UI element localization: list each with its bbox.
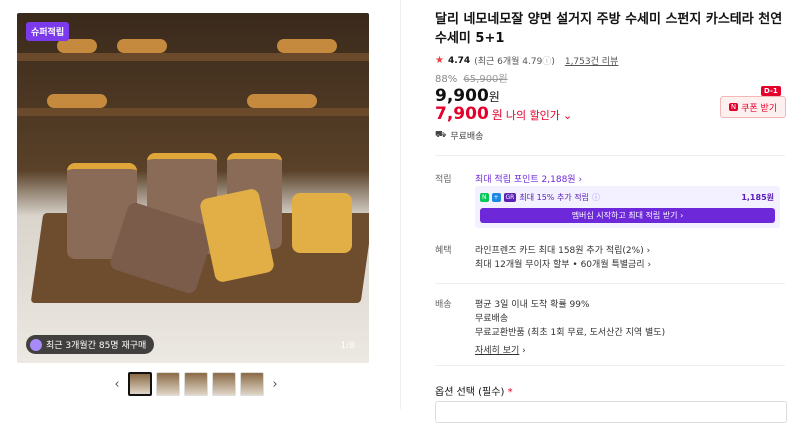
free-shipping-row: ⛟ 무료배송 <box>435 129 483 142</box>
delivery-label: 배송 <box>435 300 452 310</box>
my-discount-label: 나의 할인가 <box>505 109 560 122</box>
info-icon[interactable]: ⓘ <box>592 192 600 203</box>
coupon-button[interactable]: N 쿠폰 받기 <box>720 96 786 118</box>
restock-text: 최근 3개월간 85명 재구매 <box>46 341 147 351</box>
discount-percent: 88% <box>435 74 458 85</box>
thumbnail[interactable] <box>212 372 236 396</box>
naver-chip-icon: N <box>480 193 489 202</box>
sale-price-unit: 원 <box>491 108 503 122</box>
price: 9,900원 <box>435 86 500 106</box>
restock-badge: 최근 3개월간 85명 재구매 <box>26 335 155 354</box>
thumbnail[interactable] <box>128 372 152 396</box>
perk-card-link[interactable]: 라인프렌즈 카드 최대 158원 추가 적립(2%) › <box>475 243 650 256</box>
price-unit: 원 <box>488 90 500 104</box>
section-divider <box>435 155 785 156</box>
sale-price-value: 7,900 <box>435 104 489 124</box>
option-select-label: 옵션 선택 (필수) * <box>435 387 513 398</box>
delivery-eta: 평균 3일 이내 도착 확률 99% <box>475 300 590 310</box>
thumbnail[interactable] <box>156 372 180 396</box>
bread-decoration <box>277 39 337 53</box>
truck-icon: ⛟ <box>435 130 447 140</box>
delivery-more-link[interactable]: 자세히 보기 › <box>475 343 526 356</box>
membership-amount: 1,185원 <box>741 193 774 202</box>
bread-decoration <box>247 94 317 108</box>
plus-chip-icon: + <box>491 193 501 202</box>
review-count-link[interactable]: 1,753건 리뷰 <box>565 54 618 67</box>
star-icon: ★ <box>435 55 444 66</box>
dday-badge: D-1 <box>761 86 781 96</box>
sponge <box>292 193 352 253</box>
chevron-left-icon[interactable]: ‹ <box>110 377 124 392</box>
product-gallery[interactable]: 슈퍼적립 최근 3개월간 85명 재구매 1/8 <box>17 13 369 363</box>
perks-label: 혜택 <box>435 246 452 256</box>
product-title: 달리 네모네모잘 양면 설거지 주방 수세미 스펀지 카스테라 천연 수세미 5… <box>435 12 783 46</box>
rating-score: 4.74 <box>447 55 471 66</box>
delivery-free: 무료배송 <box>475 314 509 324</box>
chevron-right-icon[interactable]: › <box>268 377 282 392</box>
bread-decoration <box>47 94 107 108</box>
delivery-return: 무료교환반품 (최초 1회 무료, 도서산간 지역 별도) <box>475 328 666 338</box>
section-divider <box>435 365 785 366</box>
discount-row: 88% 65,900원 <box>435 70 508 85</box>
price-value: 9,900 <box>435 86 489 106</box>
option-select[interactable] <box>435 401 787 423</box>
points-link[interactable]: 최대 적립 포인트 2,188원 › <box>475 172 582 185</box>
rating-row: ★ 4.74 (최근 6개월 4.79ⓘ) 1,753건 리뷰 <box>435 54 785 67</box>
super-points-badge: 슈퍼적립 <box>26 22 70 41</box>
column-divider <box>400 0 401 409</box>
points-label: 적립 <box>435 175 452 185</box>
section-divider <box>435 283 785 284</box>
thumbnail[interactable] <box>240 372 264 396</box>
membership-cta-button[interactable]: 멤버십 시작하고 최대 적립 받기 › <box>480 208 775 223</box>
bread-decoration <box>117 39 167 53</box>
coupon-n-icon: N <box>728 103 739 111</box>
image-pager: 1/8 <box>340 341 355 351</box>
chevron-down-icon: ⌄ <box>562 109 573 122</box>
membership-row: N + GR 최대 15% 추가 적립 ⓘ <box>480 192 600 203</box>
bakery-shelf <box>17 53 369 61</box>
bread-decoration <box>57 39 97 53</box>
free-shipping-text: 무료배송 <box>450 132 484 142</box>
coupon-label: 쿠폰 받기 <box>741 103 778 114</box>
thumbnail-strip: ‹ › <box>110 372 282 396</box>
membership-text: 최대 15% 추가 적립 <box>519 193 589 202</box>
product-info: 달리 네모네모잘 양면 설거지 주방 수세미 스펀지 카스테라 천연 수세미 5… <box>435 10 785 67</box>
original-price: 65,900원 <box>463 74 508 85</box>
membership-box: N + GR 최대 15% 추가 적립 ⓘ 1,185원 멤버십 시작하고 최대… <box>475 186 780 228</box>
thumbnail[interactable] <box>184 372 208 396</box>
product-photo <box>17 13 369 363</box>
rating-recent: (최근 6개월 4.79ⓘ) <box>474 57 555 67</box>
sale-price[interactable]: 7,900 원 나의 할인가 ⌄ <box>435 104 572 124</box>
bakery-shelf <box>17 108 369 116</box>
grade-chip-icon: GR <box>503 193 517 202</box>
repurchase-icon <box>30 338 42 351</box>
perk-installment-link[interactable]: 최대 12개월 무이자 할부 • 60개월 특별금리 › <box>475 257 651 270</box>
